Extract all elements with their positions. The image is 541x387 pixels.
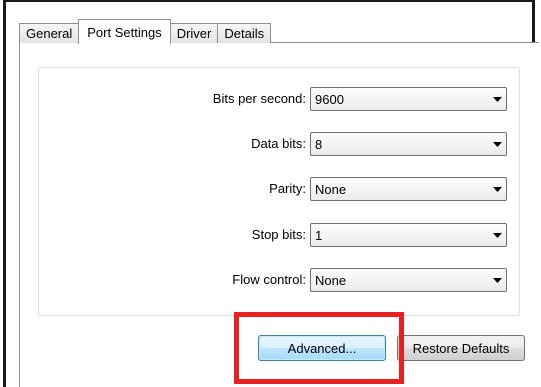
parity-value: None xyxy=(315,181,347,197)
flow-control-row: Flow control: None xyxy=(38,268,520,294)
flow-control-value: None xyxy=(315,272,347,288)
bits-per-second-select[interactable]: 9600 xyxy=(310,87,507,111)
data-bits-select[interactable]: 8 xyxy=(310,132,507,156)
tab-general[interactable]: General xyxy=(19,23,80,43)
data-bits-row: Data bits: 8 xyxy=(38,132,520,158)
stop-bits-value: 1 xyxy=(315,227,323,243)
parity-row: Parity: None xyxy=(38,177,520,203)
chevron-down-icon xyxy=(488,178,506,200)
data-bits-label: Data bits: xyxy=(251,136,306,151)
tab-details[interactable]: Details xyxy=(217,23,272,43)
restore-defaults-button[interactable]: Restore Defaults xyxy=(397,335,525,361)
chevron-down-icon xyxy=(488,224,506,246)
parity-select[interactable]: None xyxy=(310,177,507,201)
stop-bits-label: Stop bits: xyxy=(251,227,306,242)
tab-strip: General Port Settings Driver Details xyxy=(19,19,272,44)
bits-per-second-label: Bits per second: xyxy=(212,91,306,106)
data-bits-value: 8 xyxy=(315,136,323,152)
chevron-down-icon xyxy=(488,88,506,110)
chevron-down-icon xyxy=(488,133,506,155)
tab-driver[interactable]: Driver xyxy=(169,23,219,43)
stop-bits-row: Stop bits: 1 xyxy=(38,223,520,249)
stop-bits-select[interactable]: 1 xyxy=(310,223,507,247)
chevron-down-icon xyxy=(488,269,506,291)
advanced-button[interactable]: Advanced... xyxy=(258,335,386,361)
bits-per-second-row: Bits per second: 9600 xyxy=(38,87,520,113)
flow-control-label: Flow control: xyxy=(232,272,306,287)
flow-control-select[interactable]: None xyxy=(310,268,507,292)
parity-label: Parity: xyxy=(269,181,306,196)
bits-per-second-value: 9600 xyxy=(315,91,344,107)
tab-port-settings[interactable]: Port Settings xyxy=(78,19,171,44)
